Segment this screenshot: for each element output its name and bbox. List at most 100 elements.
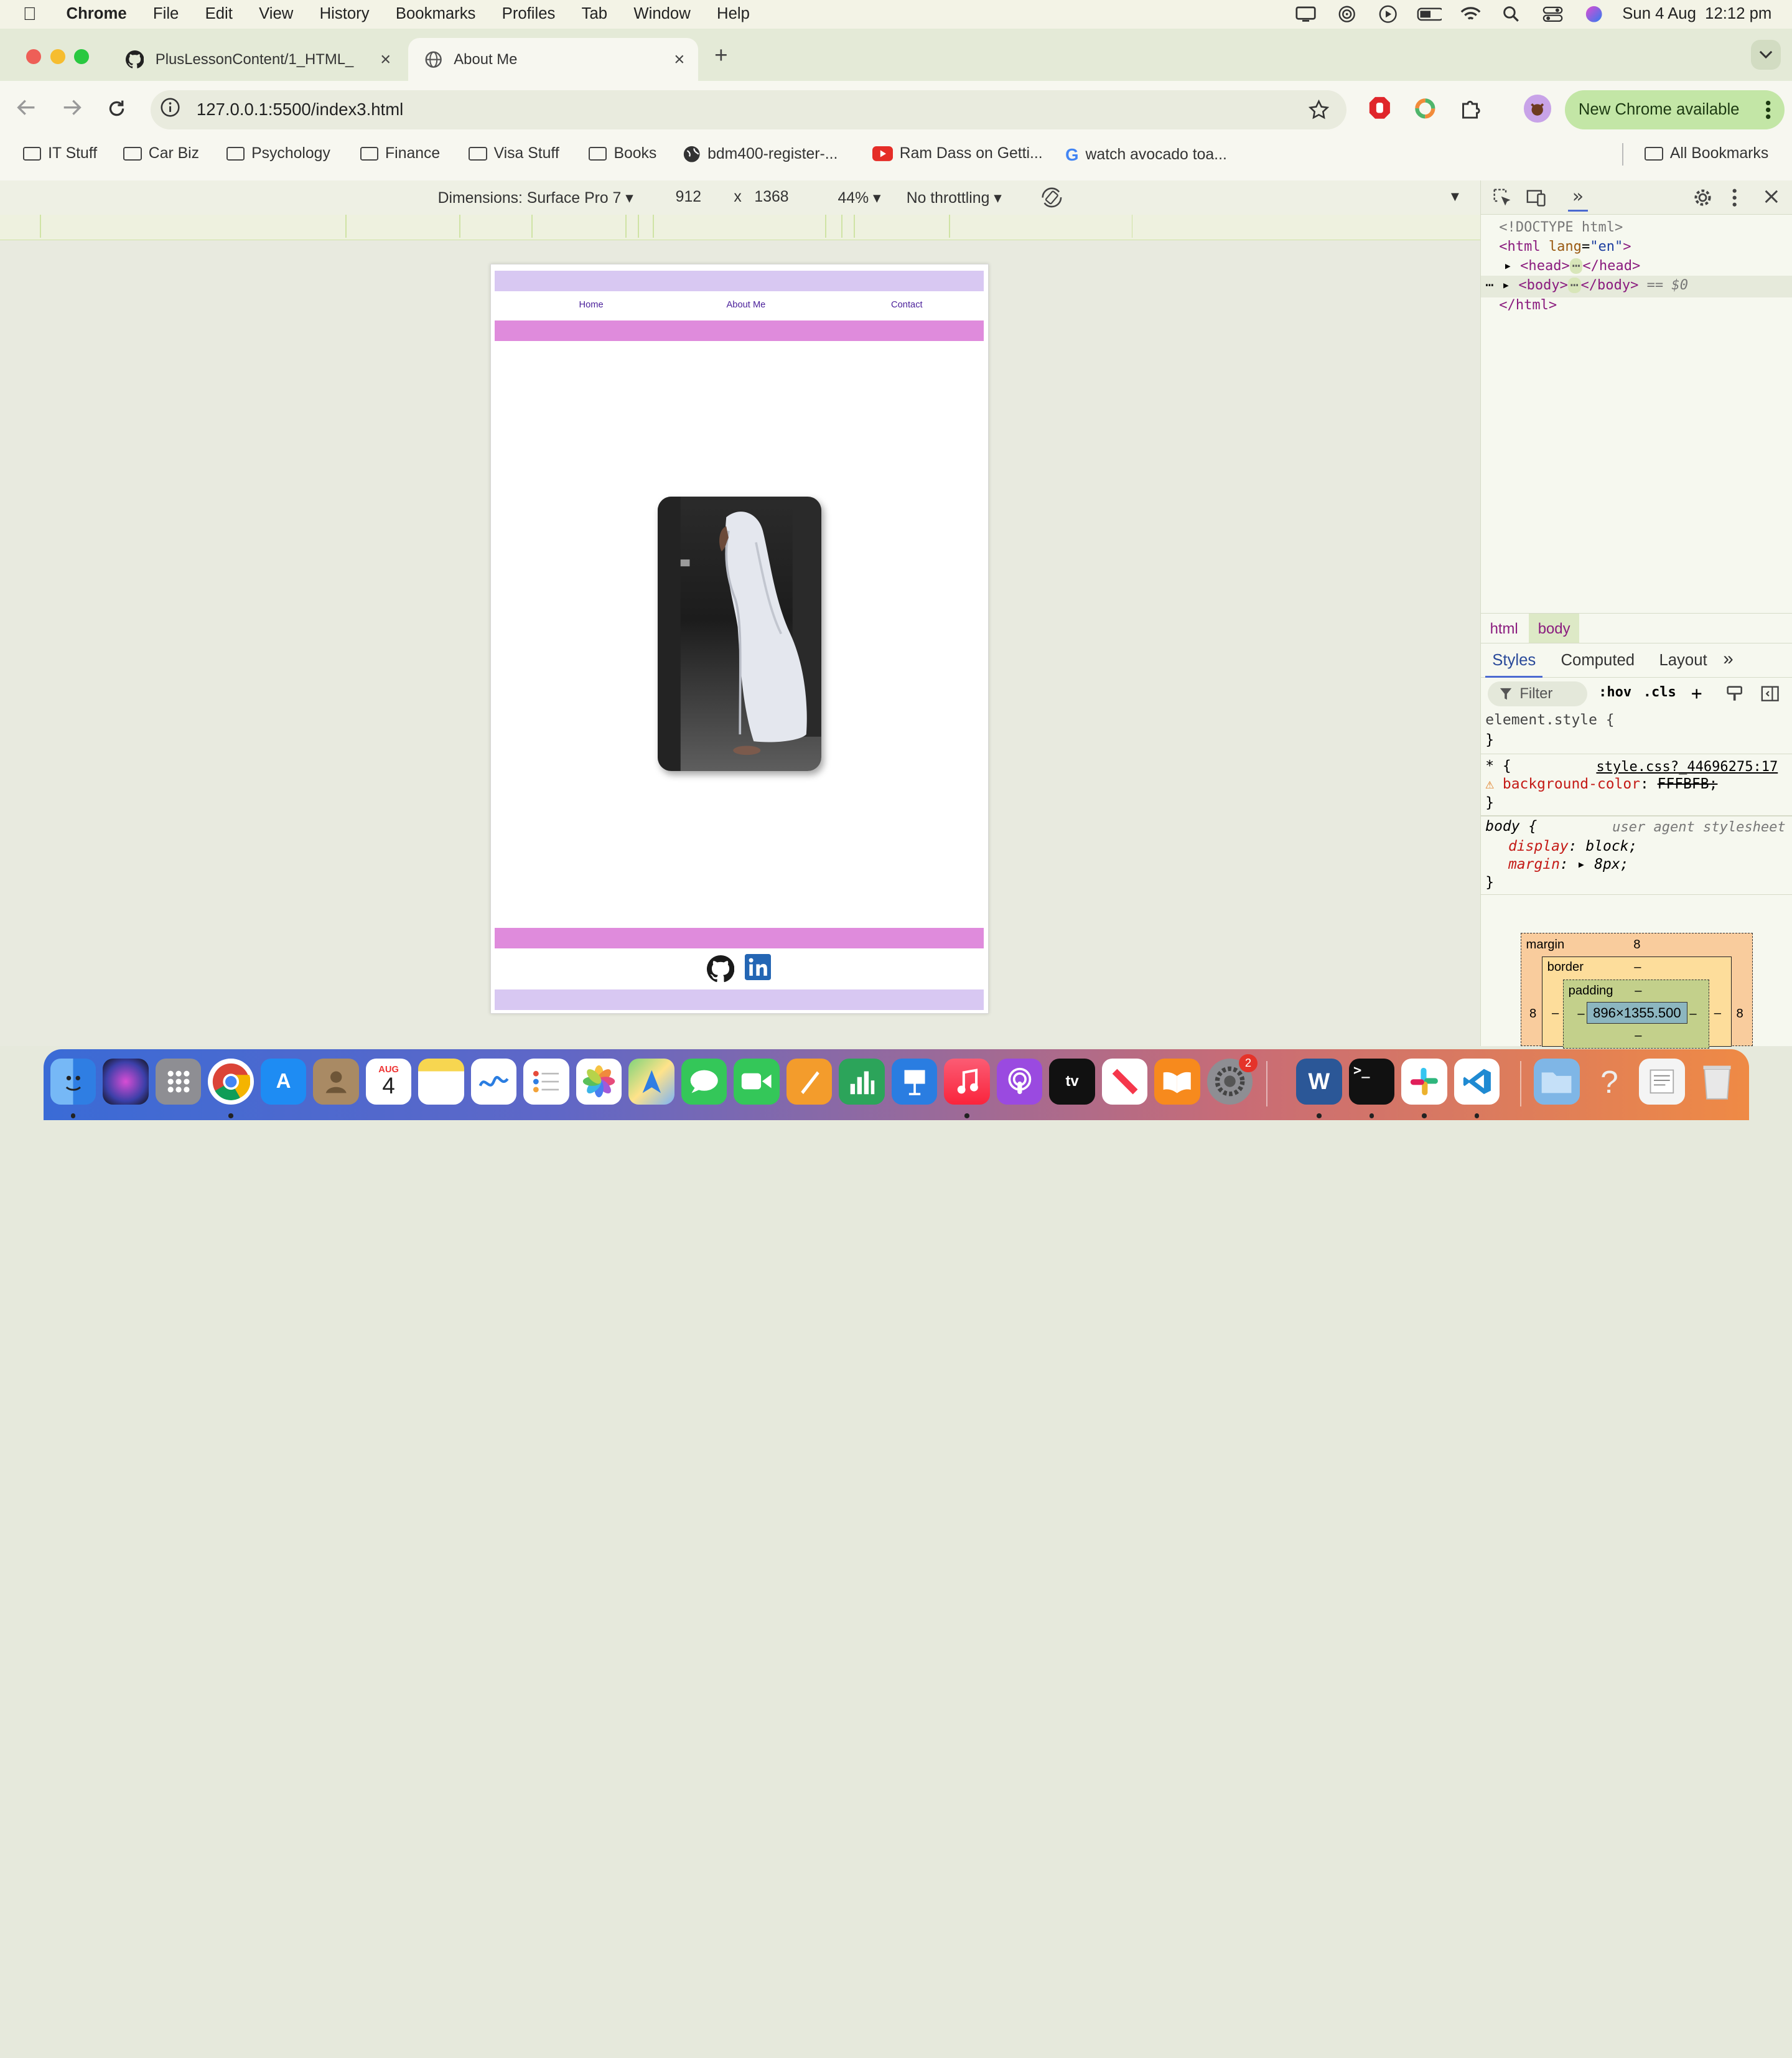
tab-computed[interactable]: Computed — [1561, 652, 1635, 670]
word-icon[interactable]: W — [1296, 1059, 1342, 1105]
finder-icon[interactable] — [50, 1059, 96, 1105]
url-text[interactable]: 127.0.0.1:5500/index3.html — [197, 100, 403, 119]
hov-toggle[interactable]: :hov — [1598, 685, 1631, 700]
keynote-icon[interactable] — [891, 1059, 938, 1105]
box-model-content[interactable]: 896×1355.500 — [1587, 1002, 1687, 1024]
element-style-rule[interactable]: element.style { — [1485, 712, 1614, 728]
airdrop-icon[interactable] — [1335, 5, 1360, 23]
new-rule-icon[interactable]: + — [1691, 683, 1702, 704]
bookmark-ram-dass[interactable]: Ram Dass on Getti... — [872, 145, 1043, 162]
rotate-icon[interactable] — [1040, 186, 1063, 213]
paint-icon[interactable] — [1725, 685, 1743, 706]
bookmark-star-icon[interactable] — [1309, 99, 1330, 124]
site-info-icon[interactable] — [160, 97, 180, 122]
margin-declaration[interactable]: margin: ▸ 8px; — [1508, 856, 1628, 872]
crumb-html[interactable]: html — [1490, 620, 1518, 638]
bookmark-folder-visa-stuff[interactable]: Visa Stuff — [469, 145, 559, 162]
spotlight-icon[interactable] — [1499, 5, 1524, 23]
battery-icon[interactable] — [1417, 5, 1442, 23]
html-open-line[interactable]: <html lang="en"> — [1499, 239, 1631, 255]
minimize-window-button[interactable] — [50, 49, 65, 64]
linkedin-icon[interactable] — [744, 954, 772, 981]
new-chrome-available-button[interactable]: New Chrome available — [1564, 90, 1785, 129]
notes-icon[interactable] — [418, 1059, 464, 1105]
back-icon[interactable] — [16, 98, 37, 121]
html-close-line[interactable]: </html> — [1499, 297, 1557, 313]
adblock-extension-icon[interactable] — [1368, 96, 1391, 126]
bookmark-folder-psychology[interactable]: Psychology — [226, 145, 330, 162]
styles-filter-input[interactable]: Filter — [1487, 681, 1587, 707]
body-selector[interactable]: body { — [1485, 818, 1537, 835]
photos-icon[interactable] — [576, 1059, 622, 1105]
close-window-button[interactable] — [26, 49, 42, 64]
menu-tab[interactable]: Tab — [582, 5, 607, 23]
slack-icon[interactable] — [1401, 1059, 1447, 1105]
documents-stack-icon[interactable] — [1639, 1059, 1685, 1105]
menu-edit[interactable]: Edit — [205, 5, 233, 23]
tab-about-me[interactable]: About Me × — [408, 37, 699, 82]
crumb-body[interactable]: body — [1529, 613, 1580, 643]
nav-contact-link[interactable]: Contact — [891, 300, 923, 310]
menu-file[interactable]: File — [153, 5, 179, 23]
star-selector[interactable]: * { — [1485, 758, 1511, 774]
kebab-menu-icon[interactable] — [1766, 100, 1771, 124]
cls-toggle[interactable]: .cls — [1643, 685, 1676, 700]
tab-github[interactable]: PlusLessonContent/1_HTML_ × — [110, 38, 404, 82]
tab-close-icon[interactable]: × — [674, 49, 684, 70]
display-icon[interactable] — [1293, 5, 1318, 23]
tab-search-button[interactable] — [1751, 40, 1781, 70]
terminal-icon[interactable]: >_ — [1348, 1059, 1395, 1105]
new-tab-button[interactable]: + — [714, 42, 727, 68]
facetime-icon[interactable] — [734, 1059, 780, 1105]
nav-home-link[interactable]: Home — [579, 300, 604, 310]
apple-tv-icon[interactable]: tv — [1049, 1059, 1095, 1105]
tab-layout[interactable]: Layout — [1659, 652, 1707, 670]
close-devtools-icon[interactable] — [1763, 189, 1780, 208]
more-tabs-icon[interactable]: » — [1723, 648, 1733, 670]
chrome-icon[interactable] — [208, 1059, 254, 1105]
trash-icon[interactable] — [1694, 1059, 1739, 1104]
device-height-input[interactable]: 1368 — [754, 189, 788, 206]
numbers-icon[interactable] — [839, 1059, 885, 1105]
play-icon[interactable] — [1376, 5, 1401, 24]
doctype-line[interactable]: <!DOCTYPE html> — [1499, 220, 1623, 235]
stylesheet-source-link[interactable]: style.css?_44696275:17 — [1596, 759, 1778, 775]
podcasts-icon[interactable] — [996, 1059, 1043, 1105]
maps-icon[interactable] — [628, 1059, 674, 1105]
folder-stack-icon[interactable] — [1534, 1059, 1580, 1105]
launchpad-icon[interactable] — [155, 1059, 202, 1105]
bookmark-folder-finance[interactable]: Finance — [360, 145, 440, 162]
github-icon[interactable] — [707, 955, 735, 988]
device-dimensions-select[interactable]: Dimensions: Surface Pro 7 ▾ — [438, 189, 633, 207]
inspect-element-icon[interactable] — [1492, 187, 1513, 212]
siri-icon[interactable] — [1581, 5, 1606, 23]
menu-app-name[interactable]: Chrome — [67, 5, 127, 23]
collapsed-ellipsis[interactable]: ⋯ — [1569, 258, 1583, 274]
wifi-icon[interactable] — [1458, 5, 1483, 23]
menu-profiles[interactable]: Profiles — [502, 5, 556, 23]
menu-view[interactable]: View — [259, 5, 293, 23]
freeform-icon[interactable] — [470, 1059, 517, 1105]
menubar-clock[interactable]: Sun 4 Aug 12:12 pm — [1622, 5, 1771, 23]
contacts-icon[interactable] — [313, 1059, 359, 1105]
device-more-icon[interactable]: ▼ — [1448, 189, 1462, 205]
pages-icon[interactable] — [786, 1059, 833, 1105]
bookmark-folder-it-stuff[interactable]: IT Stuff — [22, 145, 97, 162]
device-toggle-icon[interactable] — [1526, 187, 1547, 212]
news-icon[interactable] — [1101, 1059, 1148, 1105]
body-line[interactable]: ⋯ ▸ <body> ⋯ </body> == $0 — [1485, 278, 1688, 294]
music-icon[interactable] — [944, 1059, 990, 1105]
reload-icon[interactable] — [106, 98, 127, 124]
control-center-icon[interactable] — [1540, 5, 1565, 23]
address-bar[interactable]: 127.0.0.1:5500/index3.html — [151, 90, 1346, 129]
tab-close-icon[interactable]: × — [380, 49, 391, 70]
bookmark-avocado[interactable]: Gwatch avocado toa... — [1065, 145, 1227, 165]
help-icon[interactable]: ? — [1587, 1059, 1632, 1104]
box-model-margin[interactable]: margin 8 8 8 border – – – padding – – – … — [1521, 932, 1753, 1049]
tab-styles[interactable]: Styles — [1485, 643, 1543, 678]
extensions-puzzle-icon[interactable] — [1460, 97, 1483, 125]
zoom-select[interactable]: 44% ▾ — [838, 189, 881, 207]
menu-bookmarks[interactable]: Bookmarks — [396, 5, 476, 23]
all-bookmarks-folder[interactable]: All Bookmarks — [1645, 145, 1768, 162]
menu-help[interactable]: Help — [717, 5, 750, 23]
